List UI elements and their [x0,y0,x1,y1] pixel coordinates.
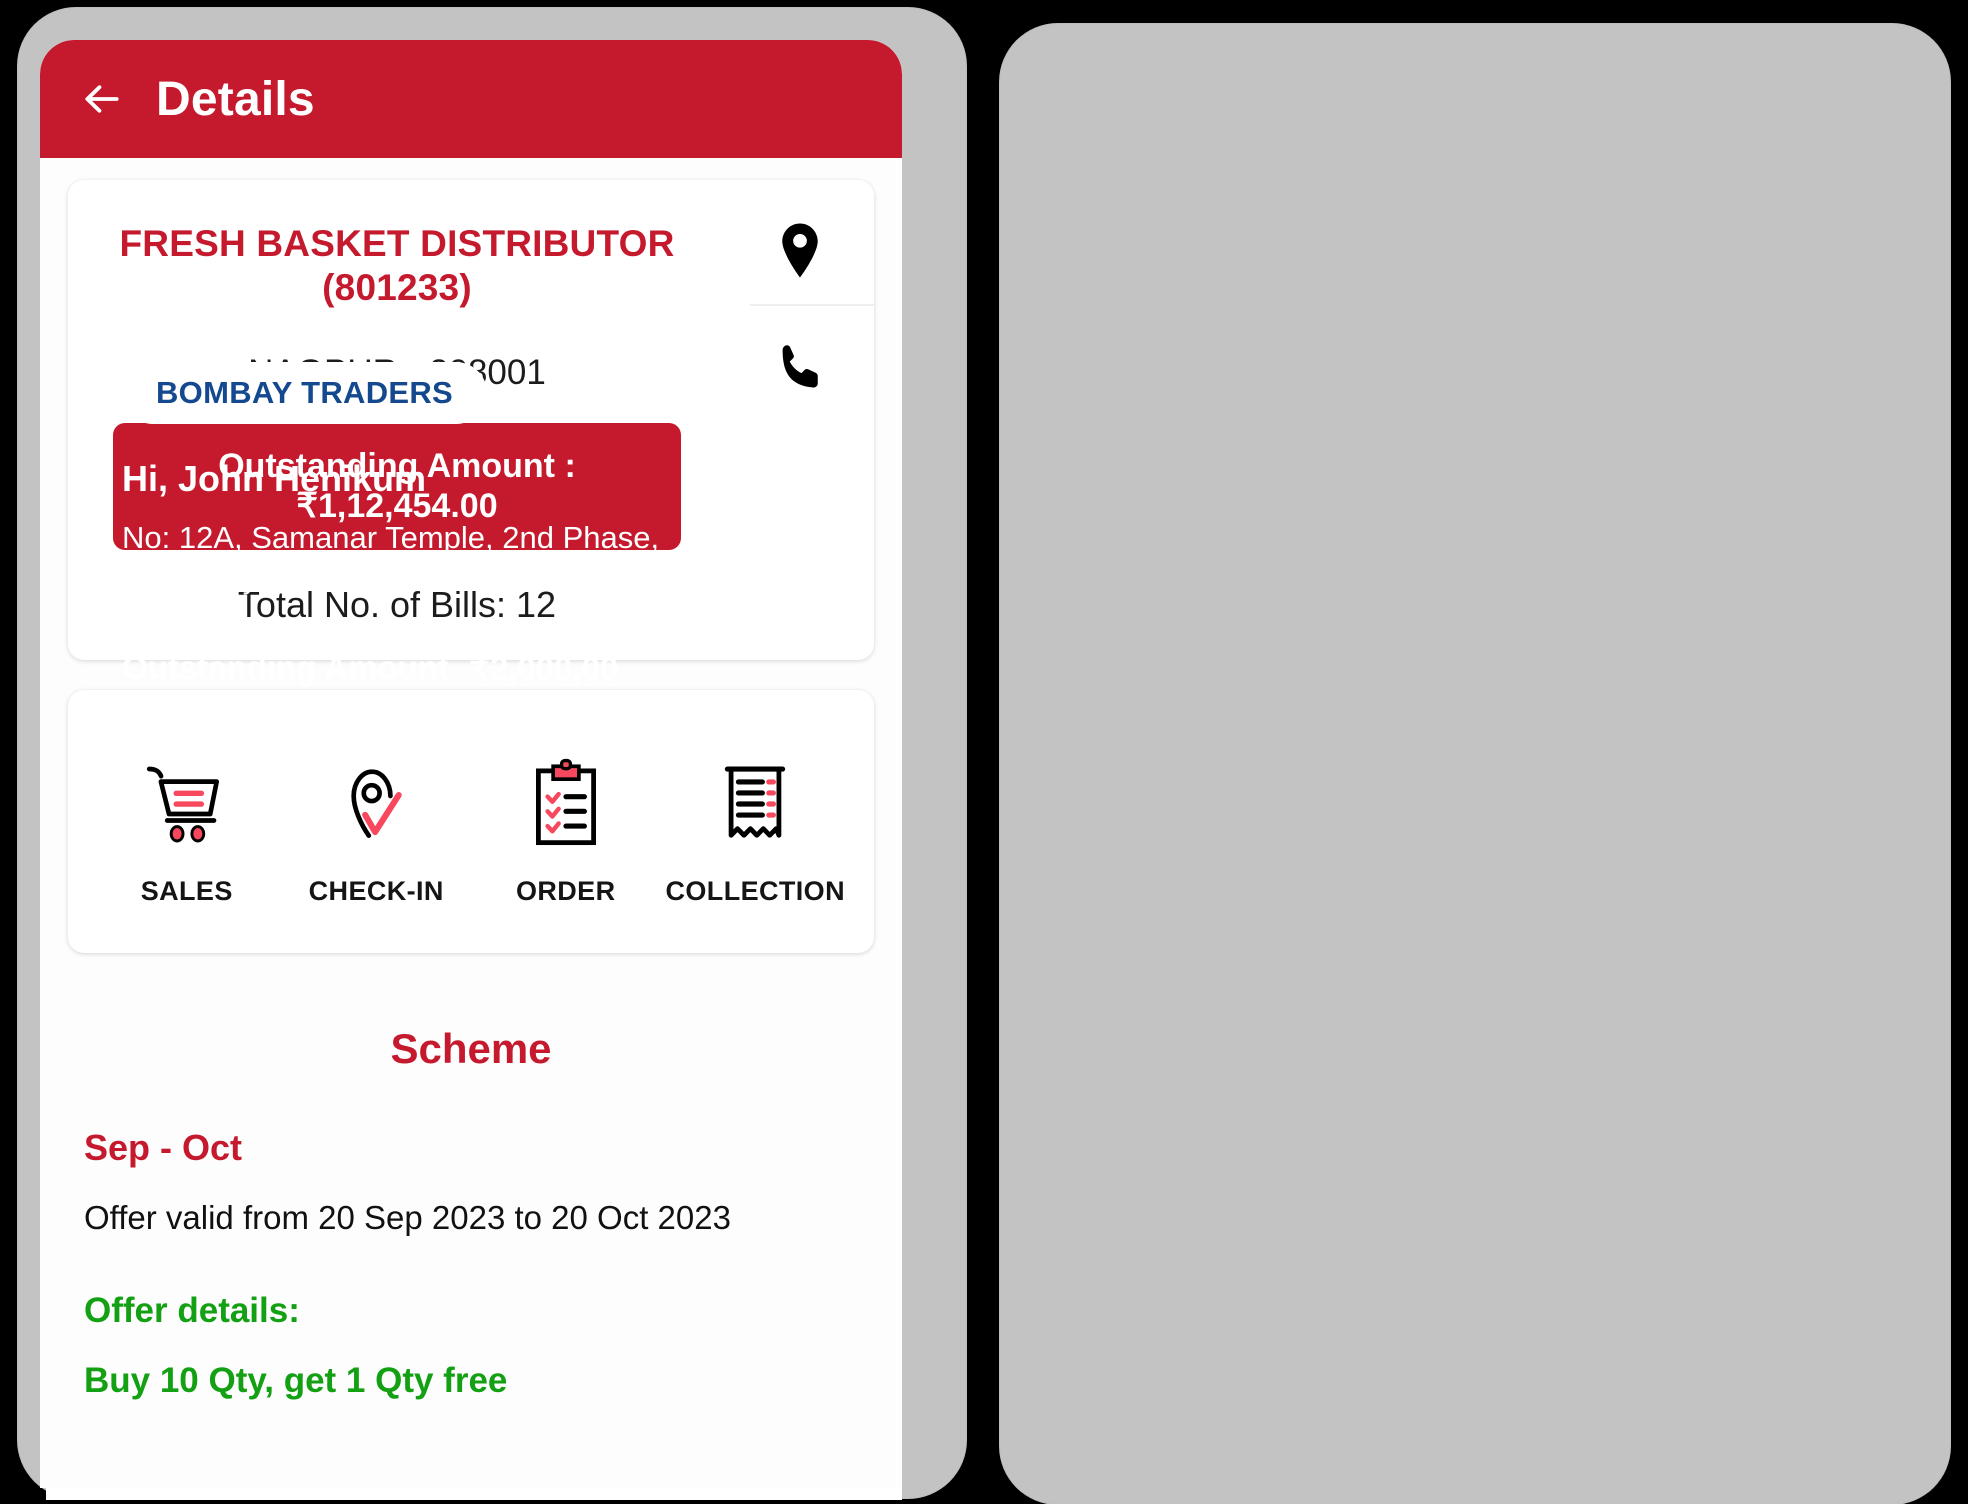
address-line-2: Velachery, Chennai-73 [122,559,434,595]
distributor-code: (801233) [322,266,472,308]
details-body: FRESH BASKET DISTRIBUTOR (801233) NAGPUR… [40,158,902,1488]
scheme-period: Sep - Oct [84,1127,243,1169]
action-label: COLLECTION [665,876,845,907]
right-phone-screen: Details FRESH BASKET DISTRIBUTOR (801233… [40,40,902,1488]
quick-actions-row: SALES CHECK-IN ORDER COLLECTION [92,754,850,907]
outstanding-amount-row: Outstanding Amount ₹2,000,00 [122,649,826,688]
scheme-title: Scheme [390,1025,552,1073]
quick-actions-card: SALES CHECK-IN ORDER COLLECTION [68,690,874,954]
location-check-icon [330,754,422,850]
card-divider [122,623,826,626]
map-pin-icon [782,223,818,278]
collection-action[interactable]: COLLECTION [661,754,851,907]
address-text: No: 12A, Samanar Temple, 2nd Phase, Vela… [122,518,826,597]
location-button[interactable] [726,180,874,304]
check-in-action[interactable]: CHECK-IN [282,754,472,907]
right-phone-frame [1000,24,1950,1504]
scheme-offer-heading: Offer details: [84,1291,300,1331]
address-line-1: No: 12A, Samanar Temple, 2nd Phase, [122,520,660,555]
call-button[interactable] [726,306,874,430]
sales-action[interactable]: SALES [92,754,282,907]
distributor-name-text: FRESH BASKET DISTRIBUTOR [119,223,675,264]
scheme-offer-body: Buy 10 Qty, get 1 Qty free [84,1361,508,1401]
brand-chip: BOMBAY TRADERS [122,362,488,424]
shopping-cart-icon [141,754,233,850]
order-action[interactable]: ORDER [471,754,661,907]
receipt-icon [714,754,796,850]
back-button[interactable] [76,77,128,121]
action-label: CHECK-IN [308,876,444,907]
action-label: ORDER [515,876,616,907]
outstanding-value: ₹2,000,00 [468,650,619,688]
scheme-section: Scheme Sep - Oct Offer valid from 20 Sep… [68,953,874,1401]
details-appbar: Details [40,40,902,158]
clipboard-checklist-icon [525,754,607,850]
action-label: SALES [140,876,233,907]
distributor-name: FRESH BASKET DISTRIBUTOR (801233) [88,222,706,309]
outstanding-label: Outstanding Amount [122,649,449,687]
phone-icon [782,345,818,388]
page-title: Details [156,72,315,126]
back-arrow-icon [85,85,119,113]
greeting-text: Hi, John Henikum [122,458,427,499]
scheme-validity: Offer valid from 20 Sep 2023 to 20 Oct 2… [84,1199,731,1237]
